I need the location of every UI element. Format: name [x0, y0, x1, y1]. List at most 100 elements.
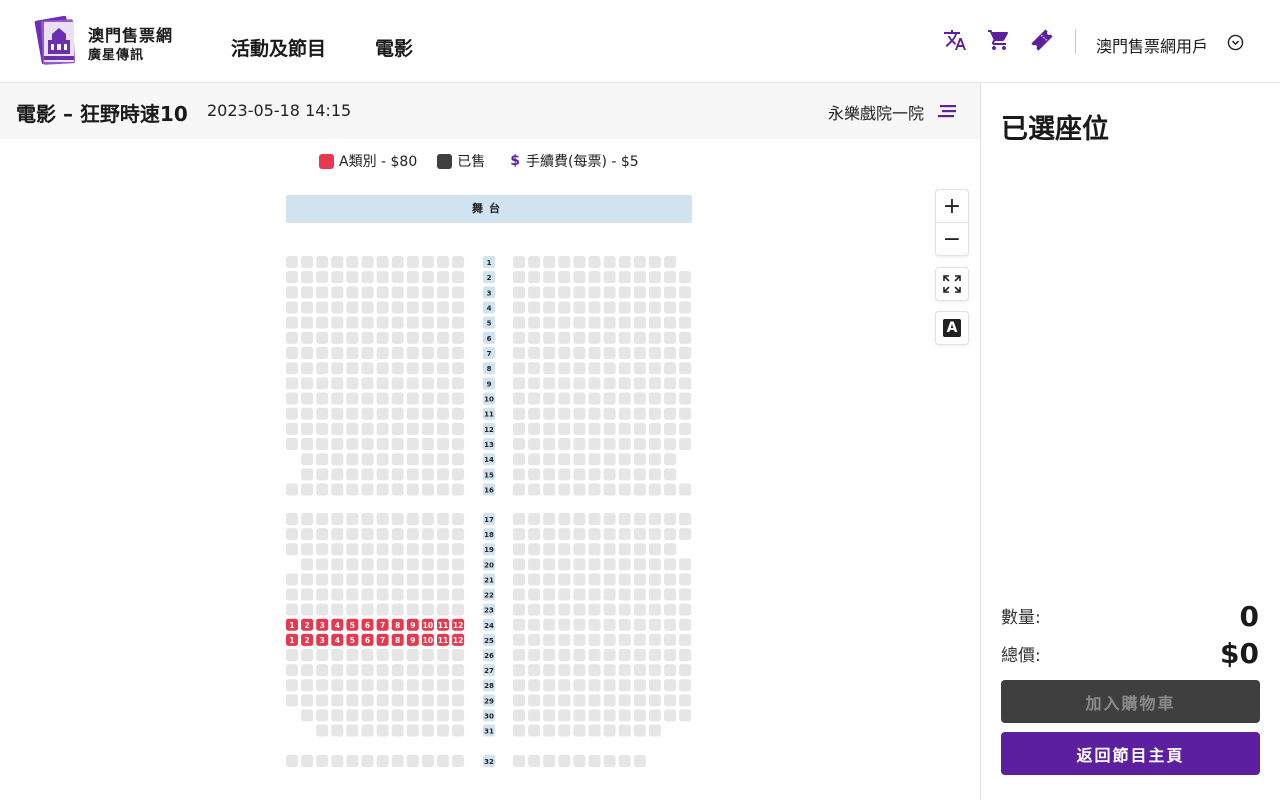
seat-available[interactable] — [648, 618, 661, 631]
seat-shape[interactable] — [376, 664, 389, 677]
seat-shape[interactable] — [406, 603, 419, 616]
seat-available[interactable] — [588, 256, 601, 268]
seat-available[interactable] — [543, 256, 556, 268]
seat-available[interactable] — [361, 664, 374, 677]
seat-shape[interactable] — [361, 724, 374, 737]
seat-available[interactable] — [588, 543, 601, 556]
seat-available[interactable] — [603, 679, 616, 692]
seat-available[interactable] — [603, 407, 616, 420]
seat-shape[interactable] — [301, 331, 314, 344]
seat-available[interactable] — [361, 694, 374, 707]
seat-shape[interactable] — [346, 664, 359, 677]
seat-available[interactable] — [513, 528, 525, 541]
seat-shape[interactable] — [301, 694, 314, 707]
seat-available[interactable] — [603, 468, 616, 481]
seat-available[interactable] — [331, 407, 344, 420]
seat-available[interactable] — [361, 331, 374, 344]
seat-shape[interactable] — [286, 528, 298, 541]
seat-available[interactable] — [346, 573, 359, 586]
seat-available[interactable] — [286, 407, 298, 420]
seat-shape[interactable] — [391, 316, 404, 329]
seat-available[interactable] — [528, 438, 541, 451]
seat-available[interactable] — [588, 588, 601, 601]
chevron-down-icon[interactable] — [1227, 34, 1244, 51]
seat-available[interactable] — [648, 648, 661, 661]
seat-available[interactable] — [301, 513, 314, 525]
seat-shape[interactable] — [376, 407, 389, 420]
seat-shape[interactable] — [361, 573, 374, 586]
seat-available[interactable] — [301, 301, 314, 314]
seat-available[interactable] — [603, 301, 616, 314]
seat-available[interactable] — [573, 362, 586, 375]
seat-available[interactable] — [361, 558, 374, 571]
seat-available[interactable] — [648, 422, 661, 435]
seat-shape[interactable] — [331, 558, 344, 571]
seat-available[interactable] — [633, 422, 646, 435]
seat-available[interactable] — [618, 301, 631, 314]
seat-available[interactable] — [346, 301, 359, 314]
seat-available[interactable] — [331, 468, 344, 481]
seat-available[interactable] — [301, 483, 314, 496]
seat-available[interactable] — [421, 271, 434, 284]
seat-available[interactable] — [406, 468, 419, 481]
seat-available[interactable] — [679, 573, 692, 586]
seat-available[interactable] — [361, 271, 374, 284]
seat-shape[interactable] — [421, 528, 434, 541]
seat-available[interactable] — [664, 377, 676, 390]
seat-available[interactable] — [603, 453, 616, 466]
seat-available[interactable] — [316, 603, 329, 616]
seat-available[interactable] — [618, 755, 631, 767]
seat-available[interactable] — [316, 301, 329, 314]
seat-available[interactable] — [346, 588, 359, 601]
seat-shape[interactable] — [406, 453, 419, 466]
seat-available[interactable] — [391, 543, 404, 556]
seat-shape[interactable] — [437, 468, 449, 481]
seat-shape[interactable] — [331, 603, 344, 616]
seat-available[interactable] — [558, 633, 571, 646]
seat-shape[interactable] — [301, 528, 314, 541]
seat-shape[interactable] — [301, 453, 314, 466]
seat-shape[interactable] — [437, 453, 449, 466]
seat-shape[interactable] — [452, 694, 465, 707]
seat-shape[interactable] — [421, 558, 434, 571]
seat-available[interactable] — [558, 453, 571, 466]
seat-available[interactable] — [573, 648, 586, 661]
seat-shape[interactable] — [437, 483, 449, 496]
seat-available[interactable] — [573, 468, 586, 481]
seat-shape[interactable] — [391, 256, 404, 268]
seat-available[interactable] — [437, 724, 449, 737]
seat-shape[interactable] — [376, 755, 389, 767]
seat-shape[interactable] — [361, 528, 374, 541]
translate-icon[interactable] — [943, 28, 967, 52]
seat-available[interactable] — [391, 513, 404, 525]
seat-shape[interactable] — [452, 392, 465, 405]
seat-available[interactable] — [316, 362, 329, 375]
seat-available[interactable] — [346, 347, 359, 360]
seat-shape[interactable] — [406, 648, 419, 661]
seat-shape[interactable] — [346, 573, 359, 586]
seat-available[interactable] — [573, 301, 586, 314]
seat-shape[interactable] — [421, 588, 434, 601]
seat-shape[interactable] — [421, 664, 434, 677]
seat-available[interactable] — [603, 648, 616, 661]
seat-available[interactable] — [573, 528, 586, 541]
seat-available[interactable] — [331, 271, 344, 284]
seat-available[interactable] — [664, 648, 676, 661]
nav-movies[interactable]: 電影 — [375, 34, 413, 61]
seat-shape[interactable] — [316, 392, 329, 405]
seat-available[interactable] — [286, 316, 298, 329]
seat-available[interactable] — [513, 377, 525, 390]
seat-shape[interactable] — [376, 709, 389, 722]
seat-shape[interactable] — [421, 679, 434, 692]
seat-available[interactable] — [664, 558, 676, 571]
seat-shape[interactable] — [421, 377, 434, 390]
seat-shape[interactable] — [391, 301, 404, 314]
seat-available[interactable] — [361, 603, 374, 616]
seat-available[interactable] — [633, 694, 646, 707]
seat-shape[interactable] — [361, 648, 374, 661]
seat-available[interactable] — [633, 301, 646, 314]
seat-available[interactable] — [528, 377, 541, 390]
seat-shape[interactable] — [421, 603, 434, 616]
seat-available[interactable] — [573, 483, 586, 496]
seat-shape[interactable] — [391, 438, 404, 451]
